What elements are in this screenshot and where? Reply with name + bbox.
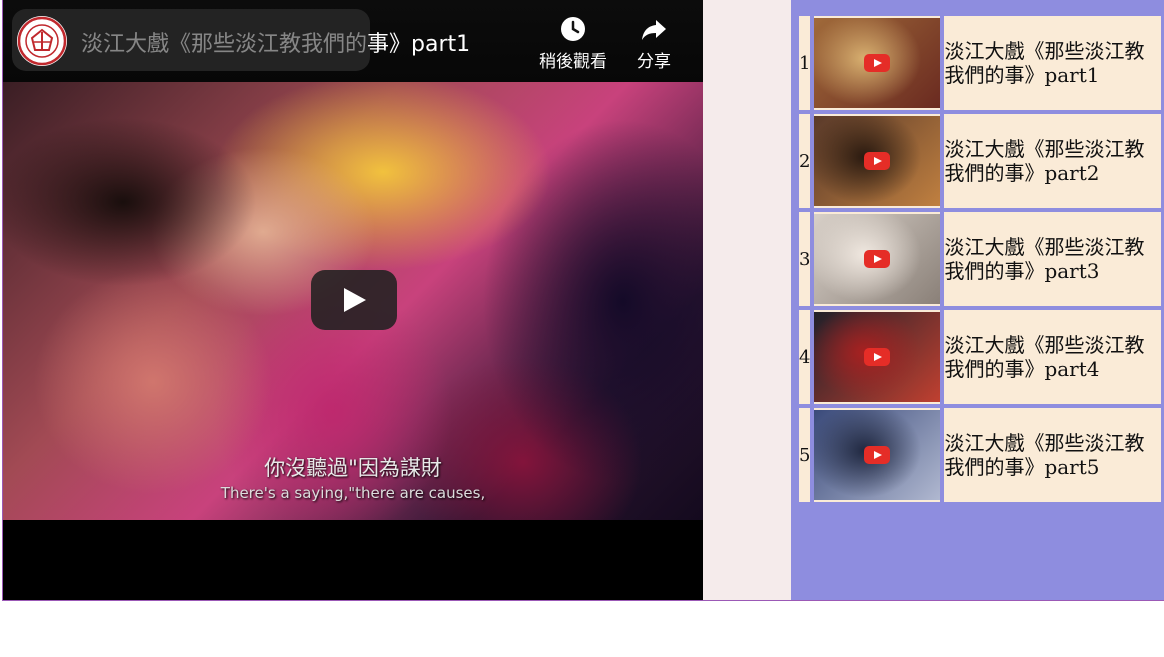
youtube-play-icon[interactable]: [864, 54, 891, 72]
playlist-thumbnail-cell[interactable]: [813, 113, 942, 209]
video-thumbnail[interactable]: [814, 312, 941, 402]
share-label: 分享: [637, 52, 671, 72]
clock-icon: [561, 17, 585, 41]
playlist-title[interactable]: 淡江大戲《那些淡江教我們的事》part1: [943, 15, 1162, 111]
playlist-title[interactable]: 淡江大戲《那些淡江教我們的事》part3: [943, 211, 1162, 307]
subtitle-english: There's a saying,"there are causes,: [220, 484, 486, 502]
playlist-index: 2: [798, 113, 812, 209]
playlist-index: 1: [798, 15, 812, 111]
video-title[interactable]: 淡江大戲《那些淡江教我們的事》part1: [81, 26, 470, 58]
playlist-thumbnail-cell[interactable]: [813, 211, 942, 307]
video-title-faded: 淡江大戲《那些淡江教我們的: [81, 32, 368, 57]
play-icon: [344, 288, 366, 312]
video-title-tail: 事》part1: [367, 32, 471, 57]
youtube-play-icon[interactable]: [864, 152, 891, 170]
playlist-title[interactable]: 淡江大戲《那些淡江教我們的事》part5: [943, 407, 1162, 503]
playlist-row[interactable]: 3 淡江大戲《那些淡江教我們的事》part3: [798, 211, 1162, 307]
playlist-thumbnail-cell[interactable]: [813, 407, 942, 503]
playlist-index: 5: [798, 407, 812, 503]
playlist-title[interactable]: 淡江大戲《那些淡江教我們的事》part2: [943, 113, 1162, 209]
playlist-row[interactable]: 2 淡江大戲《那些淡江教我們的事》part2: [798, 113, 1162, 209]
video-thumbnail[interactable]: [814, 116, 941, 206]
watch-later-button[interactable]: 稍後觀看: [535, 15, 611, 72]
video-player[interactable]: 淡江大戲《那些淡江教我們的事》part1 稍後觀看 分享 你沒聽過"因為謀財 T…: [3, 0, 703, 600]
share-button[interactable]: 分享: [631, 15, 677, 72]
watch-later-label: 稍後觀看: [539, 52, 607, 72]
subtitle-chinese: 你沒聽過"因為謀財: [264, 456, 442, 480]
video-thumbnail[interactable]: [814, 18, 941, 108]
playlist-row[interactable]: 1 淡江大戲《那些淡江教我們的事》part1: [798, 15, 1162, 111]
playlist-thumbnail-cell[interactable]: [813, 309, 942, 405]
channel-logo-icon[interactable]: [17, 16, 67, 66]
playlist-row[interactable]: 5 淡江大戲《那些淡江教我們的事》part5: [798, 407, 1162, 503]
player-top-bar: 淡江大戲《那些淡江教我們的事》part1 稍後觀看 分享: [3, 0, 703, 82]
share-arrow-icon: [642, 20, 666, 40]
playlist-table: 1 淡江大戲《那些淡江教我們的事》part1 2 淡江大戲《那些淡江教我們的事》par…: [796, 13, 1164, 505]
playlist-index: 4: [798, 309, 812, 405]
youtube-play-icon[interactable]: [864, 250, 891, 268]
play-button[interactable]: [311, 270, 397, 330]
playlist-thumbnail-cell[interactable]: [813, 15, 942, 111]
video-thumbnail[interactable]: [814, 410, 941, 500]
youtube-play-icon[interactable]: [864, 348, 891, 366]
playlist-title[interactable]: 淡江大戲《那些淡江教我們的事》part4: [943, 309, 1162, 405]
playlist-panel: 1 淡江大戲《那些淡江教我們的事》part1 2 淡江大戲《那些淡江教我們的事》par…: [791, 0, 1164, 600]
playlist-row[interactable]: 4 淡江大戲《那些淡江教我們的事》part4: [798, 309, 1162, 405]
video-thumbnail[interactable]: [814, 214, 941, 304]
youtube-play-icon[interactable]: [864, 446, 891, 464]
playlist-index: 3: [798, 211, 812, 307]
